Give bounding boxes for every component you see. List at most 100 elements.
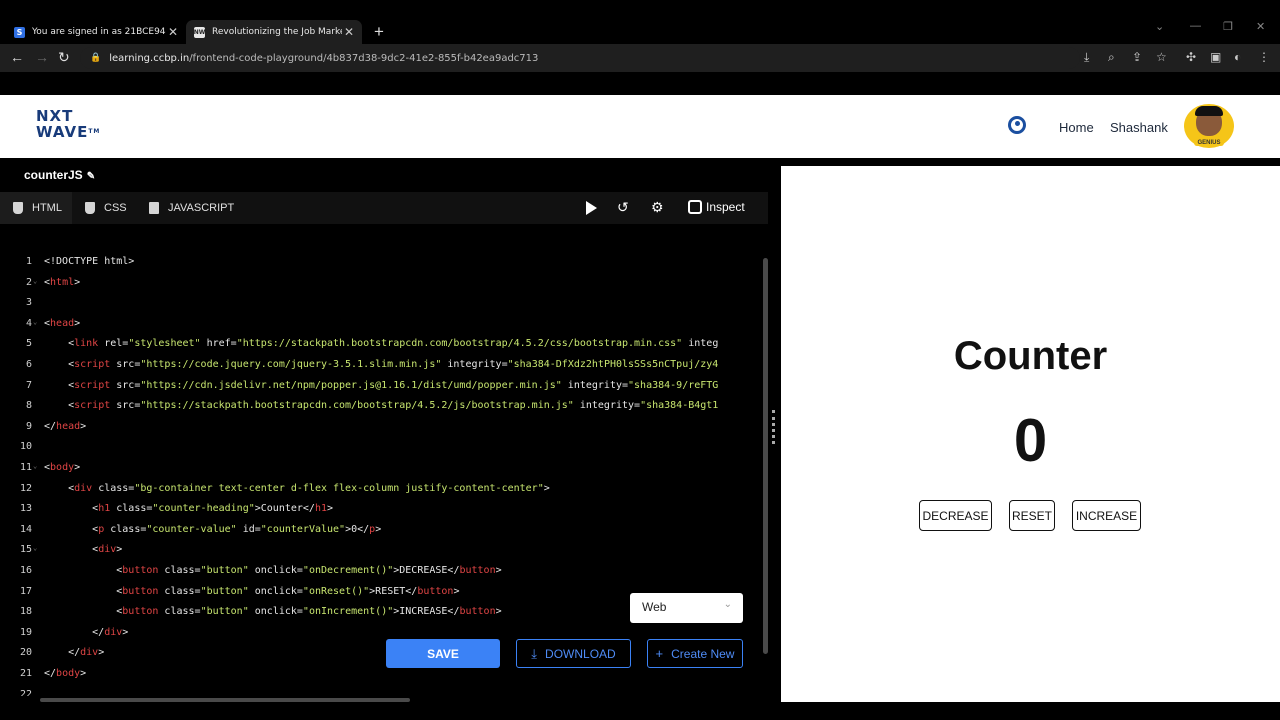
line-number: 15 [19, 544, 32, 556]
device-select[interactable]: Web ⌄ [630, 593, 743, 623]
browser-tab[interactable]: S You are signed in as 21BCE9441 ✕ [8, 20, 186, 44]
site-favicon-icon: NW [193, 26, 206, 38]
genius-badge: GENIUS [1194, 140, 1224, 146]
download-button[interactable]: ⤓ DOWNLOAD [516, 639, 631, 668]
minimize-icon[interactable]: — [1190, 20, 1201, 32]
code-area[interactable]: 1 <!DOCTYPE html> 2 ⌄ <html> 3 4 ⌄ <head> 5 <… [0, 256, 764, 696]
install-icon[interactable]: ⤓ [1084, 50, 1089, 65]
nav-home-link[interactable]: Home [1059, 120, 1094, 135]
close-tab-icon[interactable]: ✕ [166, 25, 180, 39]
url-path: /frontend-code-playground/4b837d38-9dc2-… [189, 52, 539, 64]
line-number: 3 [25, 297, 32, 309]
new-tab-icon[interactable]: + [374, 22, 384, 42]
logo-line2: WAVE [36, 123, 89, 141]
html5-icon [13, 202, 23, 214]
decrease-button[interactable]: DECREASE [919, 500, 992, 531]
url-field[interactable]: 🔒 learning.ccbp.in /frontend-code-playgr… [80, 47, 1080, 69]
bookmark-star-icon[interactable]: ☆ [1156, 50, 1167, 64]
edit-pencil-icon[interactable]: ✎ [87, 171, 95, 182]
extensions-icon[interactable]: ✣ [1186, 50, 1196, 64]
line-number: 7 [25, 379, 32, 391]
js-file-icon [149, 202, 159, 214]
line-number: 9 [25, 420, 32, 432]
profile-icon[interactable]: ◐ [1234, 50, 1241, 64]
avatar[interactable]: GENIUS [1184, 104, 1234, 148]
line-number: 14 [19, 523, 32, 535]
timer-icon[interactable] [1008, 116, 1026, 134]
tab-javascript[interactable]: JAVASCRIPT [136, 192, 236, 224]
tab-css-label: CSS [104, 202, 127, 214]
line-number: 21 [19, 668, 32, 679]
line-number: 5 [25, 338, 32, 350]
url-host: learning.ccbp.in [109, 52, 190, 64]
line-number: 22 [19, 688, 32, 696]
menu-icon[interactable]: ⋮ [1258, 50, 1270, 64]
code-line: 2 ⌄ <html> [0, 277, 760, 297]
tab-title: You are signed in as 21BCE9441 [32, 27, 166, 37]
inspect-checkbox[interactable] [688, 200, 702, 214]
code-line: 14 <p class="counter-value" id="counterV… [0, 524, 760, 544]
preview-panel: Counter 0 DECREASE RESET INCREASE [781, 166, 1280, 702]
nav-user-name[interactable]: Shashank [1110, 120, 1168, 135]
line-number: 6 [25, 359, 32, 370]
fold-icon[interactable]: ⌄ [33, 277, 37, 285]
zoom-icon[interactable]: ⌕ [1108, 50, 1115, 65]
close-tab-icon[interactable]: ✕ [342, 25, 356, 39]
nxtwave-logo[interactable]: NXT WAVETM [36, 108, 100, 140]
code-line: 11 ⌄ <body> [0, 462, 760, 482]
fold-icon[interactable]: ⌄ [33, 318, 37, 326]
code-line: 1 <!DOCTYPE html> [0, 256, 760, 276]
tab-javascript-label: JAVASCRIPT [168, 202, 235, 214]
avatar-hair [1195, 106, 1223, 116]
line-number: 16 [19, 565, 32, 576]
line-number: 12 [19, 482, 32, 494]
site-favicon-icon: S [14, 26, 25, 38]
forward-icon[interactable]: → [35, 49, 49, 65]
save-button[interactable]: SAVE [386, 639, 500, 668]
back-icon[interactable]: ← [10, 49, 24, 65]
device-select-value: Web [642, 600, 667, 614]
share-icon[interactable]: ⇪ [1132, 50, 1142, 64]
line-number: 18 [19, 606, 32, 618]
code-editor-panel: counterJS ✎ HTML CSS JAVASCRIPT ↺ ⚙ Inspe… [0, 158, 768, 702]
tab-html[interactable]: HTML [0, 192, 72, 224]
project-name[interactable]: counterJS ✎ [24, 168, 95, 182]
close-window-icon[interactable]: ✕ [1256, 20, 1265, 33]
bottom-strip [0, 702, 1280, 720]
reload-icon[interactable]: ↻ [58, 49, 70, 66]
sidepanel-icon[interactable]: ▣ [1210, 50, 1221, 64]
line-number: 20 [19, 647, 32, 659]
logo-line1: NXT [36, 107, 74, 125]
logo-tm: TM [88, 128, 101, 135]
download-icon: ⤓ [531, 645, 538, 661]
run-play-icon[interactable] [586, 201, 597, 215]
line-number: 1 [25, 256, 32, 267]
app-header: NXT WAVETM Home Shashank [0, 95, 1280, 158]
code-line: 15 ⌄ <div> [0, 544, 760, 564]
tab-search-icon[interactable]: ⌄ [1155, 20, 1164, 33]
vertical-scrollbar[interactable] [763, 258, 768, 654]
create-new-label: Create New [671, 646, 735, 661]
browser-tab-active[interactable]: NW Revolutionizing the Job Market | ✕ [186, 20, 362, 44]
tab-css[interactable]: CSS [72, 192, 136, 224]
code-line: 4 ⌄ <head> [0, 318, 760, 338]
bookmarks-strip [0, 72, 1280, 96]
increase-button[interactable]: INCREASE [1072, 500, 1141, 531]
code-line: 9 </head> [0, 421, 760, 441]
create-new-button[interactable]: + Create New [647, 639, 743, 668]
resize-handle[interactable] [772, 410, 776, 444]
reset-button[interactable]: RESET [1009, 500, 1055, 531]
code-line: 10 [0, 441, 760, 461]
settings-gear-icon[interactable]: ⚙ [651, 199, 664, 216]
chevron-down-icon: ⌄ [723, 599, 732, 610]
maximize-icon[interactable]: ❐ [1223, 20, 1233, 33]
code-line: 22 [0, 689, 760, 696]
fold-icon[interactable]: ⌄ [33, 462, 37, 470]
code-line: 3 [0, 297, 760, 317]
counter-heading: Counter [953, 334, 1108, 378]
line-number: 8 [25, 400, 32, 412]
line-number: 2 [25, 276, 32, 288]
reset-code-icon[interactable]: ↺ [617, 199, 629, 216]
fold-icon[interactable]: ⌄ [33, 544, 37, 552]
line-number: 19 [19, 626, 32, 638]
